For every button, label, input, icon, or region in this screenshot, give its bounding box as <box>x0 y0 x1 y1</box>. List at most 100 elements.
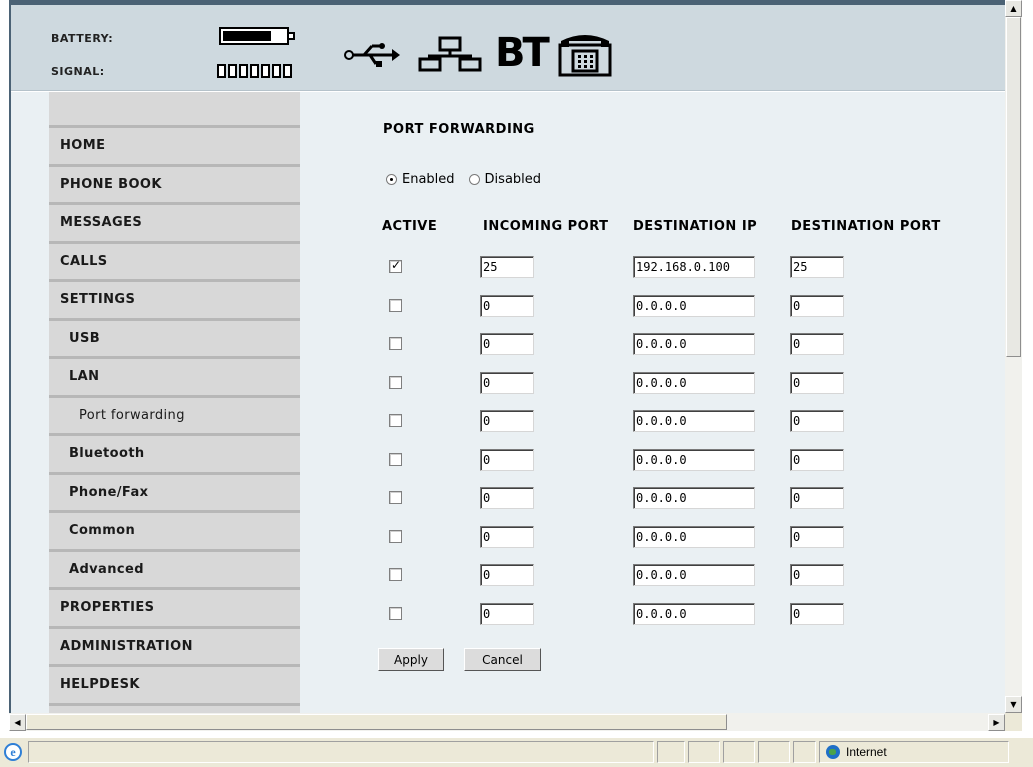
row-active-checkbox[interactable] <box>389 491 402 504</box>
sidebar-item-calls[interactable]: CALLS <box>49 241 300 279</box>
incoming-port-field[interactable]: 0 <box>480 487 534 509</box>
sidebar-item-phone-book[interactable]: PHONE BOOK <box>49 164 300 202</box>
destination-port-field[interactable]: 25 <box>790 256 844 278</box>
battery-label: BATTERY: <box>51 32 114 45</box>
row-active-checkbox[interactable] <box>389 299 402 312</box>
signal-bar <box>261 64 270 78</box>
sidebar-item-label: HELPDESK <box>60 677 140 692</box>
sidebar-nav: HOME PHONE BOOK MESSAGES CALLS SETTINGS … <box>49 92 300 713</box>
globe-icon <box>826 745 840 759</box>
scroll-left-icon[interactable]: ◀ <box>9 714 26 731</box>
incoming-port-field[interactable]: 0 <box>480 564 534 586</box>
disabled-radio-label[interactable]: Disabled <box>485 172 541 187</box>
battery-indicator <box>219 27 289 45</box>
scroll-up-icon[interactable]: ▲ <box>1005 0 1022 17</box>
destination-port-field[interactable]: 0 <box>790 487 844 509</box>
enabled-radio[interactable] <box>386 174 397 185</box>
vertical-scroll-thumb[interactable] <box>1006 17 1021 357</box>
sidebar-item-messages[interactable]: MESSAGES <box>49 202 300 240</box>
signal-indicator <box>217 64 292 78</box>
row-active-checkbox[interactable] <box>389 530 402 543</box>
enabled-radio-label[interactable]: Enabled <box>402 172 455 187</box>
page-title: PORT FORWARDING <box>383 122 535 137</box>
destination-ip-field[interactable]: 0.0.0.0 <box>633 295 755 317</box>
signal-bar <box>217 64 226 78</box>
row-active-checkbox[interactable] <box>389 376 402 389</box>
column-header-destination-ip: DESTINATION IP <box>633 219 758 234</box>
row-active-checkbox[interactable] <box>389 607 402 620</box>
destination-port-field[interactable]: 0 <box>790 449 844 471</box>
scrollbar-corner <box>1005 713 1022 731</box>
zone-label: Internet <box>846 745 887 759</box>
phone-fax-icon[interactable] <box>557 31 613 77</box>
destination-port-field[interactable]: 0 <box>790 295 844 317</box>
horizontal-scrollbar[interactable]: ◀ ▶ <box>9 713 1005 731</box>
row-active-checkbox[interactable] <box>389 568 402 581</box>
sidebar-item-label: LAN <box>69 369 100 384</box>
battery-fill <box>223 31 271 41</box>
row-active-checkbox[interactable] <box>389 258 402 273</box>
apply-button[interactable]: Apply <box>378 648 444 671</box>
incoming-port-field[interactable]: 0 <box>480 410 534 432</box>
sidebar-item-phone-fax[interactable]: Phone/Fax <box>49 472 300 510</box>
incoming-port-field[interactable]: 0 <box>480 372 534 394</box>
sidebar-item-label: MESSAGES <box>60 215 143 230</box>
sidebar-item-usb[interactable]: USB <box>49 318 300 356</box>
destination-ip-field[interactable]: 0.0.0.0 <box>633 526 755 548</box>
sidebar-item-common[interactable]: Common <box>49 510 300 548</box>
incoming-port-field[interactable]: 0 <box>480 295 534 317</box>
sidebar-item-label: Phone/Fax <box>69 485 149 500</box>
incoming-port-field[interactable]: 0 <box>480 526 534 548</box>
destination-ip-field[interactable]: 192.168.0.100 <box>633 256 755 278</box>
disabled-radio[interactable] <box>468 174 480 185</box>
signal-bar <box>272 64 281 78</box>
incoming-port-field[interactable]: 25 <box>480 256 534 278</box>
sidebar-divider <box>49 703 300 713</box>
usb-icon[interactable] <box>342 40 402 70</box>
port-forwarding-panel: PORT FORWARDING Enabled Disabled ACTIVE … <box>300 92 1005 713</box>
sidebar-item-properties[interactable]: PROPERTIES <box>49 587 300 625</box>
destination-port-field[interactable]: 0 <box>790 603 844 625</box>
destination-ip-field[interactable]: 0.0.0.0 <box>633 487 755 509</box>
browser-status-bar: e Internet <box>0 737 1033 767</box>
sidebar-item-settings[interactable]: SETTINGS <box>49 279 300 317</box>
horizontal-scroll-thumb[interactable] <box>26 714 727 730</box>
sidebar-item-label: CALLS <box>60 254 108 269</box>
sidebar-item-label: Bluetooth <box>69 446 145 461</box>
destination-port-field[interactable]: 0 <box>790 372 844 394</box>
destination-ip-field[interactable]: 0.0.0.0 <box>633 333 755 355</box>
destination-port-field[interactable]: 0 <box>790 564 844 586</box>
scroll-down-icon[interactable]: ▼ <box>1005 696 1022 713</box>
row-active-checkbox[interactable] <box>389 453 402 466</box>
incoming-port-field[interactable]: 0 <box>480 333 534 355</box>
sidebar-item-lan[interactable]: LAN <box>49 356 300 394</box>
column-header-active: ACTIVE <box>382 219 438 234</box>
row-active-checkbox[interactable] <box>389 337 402 350</box>
destination-ip-field[interactable]: 0.0.0.0 <box>633 372 755 394</box>
vertical-scrollbar[interactable]: ▲ ▼ <box>1005 0 1022 713</box>
destination-port-field[interactable]: 0 <box>790 526 844 548</box>
sidebar-item-advanced[interactable]: Advanced <box>49 549 300 587</box>
sidebar-item-administration[interactable]: ADMINISTRATION <box>49 626 300 664</box>
sidebar-item-port-forwarding[interactable]: Port forwarding <box>49 395 300 433</box>
destination-port-field[interactable]: 0 <box>790 333 844 355</box>
cancel-button[interactable]: Cancel <box>464 648 541 671</box>
destination-ip-field[interactable]: 0.0.0.0 <box>633 564 755 586</box>
status-cell <box>657 741 685 763</box>
destination-ip-field[interactable]: 0.0.0.0 <box>633 410 755 432</box>
sidebar-item-home[interactable]: HOME <box>49 125 300 163</box>
signal-bar <box>250 64 259 78</box>
destination-port-field[interactable]: 0 <box>790 410 844 432</box>
destination-ip-field[interactable]: 0.0.0.0 <box>633 449 755 471</box>
incoming-port-field[interactable]: 0 <box>480 603 534 625</box>
destination-ip-field[interactable]: 0.0.0.0 <box>633 603 755 625</box>
sidebar-item-bluetooth[interactable]: Bluetooth <box>49 433 300 471</box>
signal-bar <box>228 64 237 78</box>
sidebar-item-helpdesk[interactable]: HELPDESK <box>49 664 300 702</box>
row-active-checkbox[interactable] <box>389 414 402 427</box>
status-text-cell <box>28 741 654 763</box>
incoming-port-field[interactable]: 0 <box>480 449 534 471</box>
lan-icon[interactable] <box>418 36 482 72</box>
scroll-right-icon[interactable]: ▶ <box>988 714 1005 731</box>
bluetooth-icon[interactable]: BT <box>495 33 550 73</box>
